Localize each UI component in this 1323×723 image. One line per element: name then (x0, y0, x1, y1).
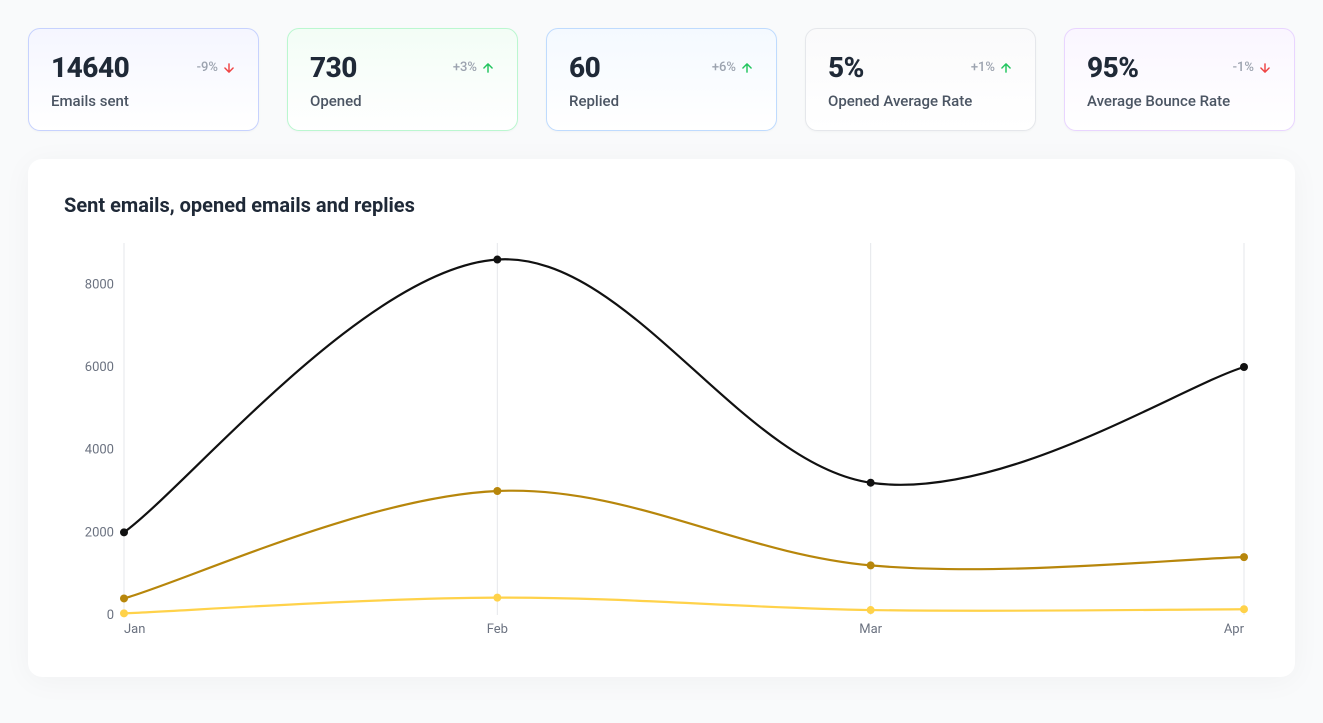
kpi-value: 95% (1087, 51, 1139, 84)
chart-title: Sent emails, opened emails and replies (64, 193, 1259, 217)
chart-card: Sent emails, opened emails and replies 0… (28, 159, 1295, 677)
line-chart: 0 2000 4000 6000 8000 Jan Feb Mar Apr (64, 225, 1254, 645)
kpi-label: Opened Average Rate (828, 92, 1013, 110)
kpi-bounce-rate[interactable]: 95% -1% Average Bounce Rate (1064, 28, 1295, 131)
svg-text:0: 0 (107, 608, 114, 623)
kpi-delta: +3% (453, 60, 495, 75)
kpi-value: 60 (569, 51, 600, 84)
svg-text:6000: 6000 (85, 360, 114, 375)
kpi-delta: +6% (712, 60, 754, 75)
kpi-replied[interactable]: 60 +6% Replied (546, 28, 777, 131)
arrow-up-icon (481, 61, 495, 75)
kpi-delta: -1% (1233, 60, 1272, 75)
kpi-value: 14640 (51, 51, 129, 84)
kpi-delta-text: -1% (1233, 60, 1254, 75)
kpi-delta: +1% (971, 60, 1013, 75)
kpi-value: 5% (828, 51, 864, 84)
svg-text:2000: 2000 (85, 525, 114, 540)
svg-text:4000: 4000 (85, 443, 114, 458)
arrow-down-icon (1258, 61, 1272, 75)
svg-text:8000: 8000 (85, 277, 114, 292)
kpi-delta: -9% (197, 60, 236, 75)
svg-text:Apr: Apr (1224, 622, 1245, 637)
svg-text:Mar: Mar (859, 622, 882, 637)
arrow-down-icon (222, 61, 236, 75)
svg-text:Feb: Feb (487, 622, 508, 637)
kpi-label: Emails sent (51, 92, 236, 110)
kpi-value: 730 (310, 51, 357, 84)
arrow-up-icon (740, 61, 754, 75)
kpi-open-rate[interactable]: 5% +1% Opened Average Rate (805, 28, 1036, 131)
kpi-delta-text: +6% (712, 60, 736, 75)
chart-area: 0 2000 4000 6000 8000 Jan Feb Mar Apr (64, 225, 1259, 649)
kpi-opened[interactable]: 730 +3% Opened (287, 28, 518, 131)
svg-text:Jan: Jan (124, 622, 145, 637)
kpi-delta-text: +1% (971, 60, 995, 75)
kpi-delta-text: -9% (197, 60, 218, 75)
kpi-label: Replied (569, 92, 754, 110)
arrow-up-icon (999, 61, 1013, 75)
kpi-emails-sent[interactable]: 14640 -9% Emails sent (28, 28, 259, 131)
kpi-delta-text: +3% (453, 60, 477, 75)
kpi-label: Opened (310, 92, 495, 110)
kpi-row: 14640 -9% Emails sent 730 +3% Opened 60 … (28, 28, 1295, 131)
kpi-label: Average Bounce Rate (1087, 92, 1272, 110)
